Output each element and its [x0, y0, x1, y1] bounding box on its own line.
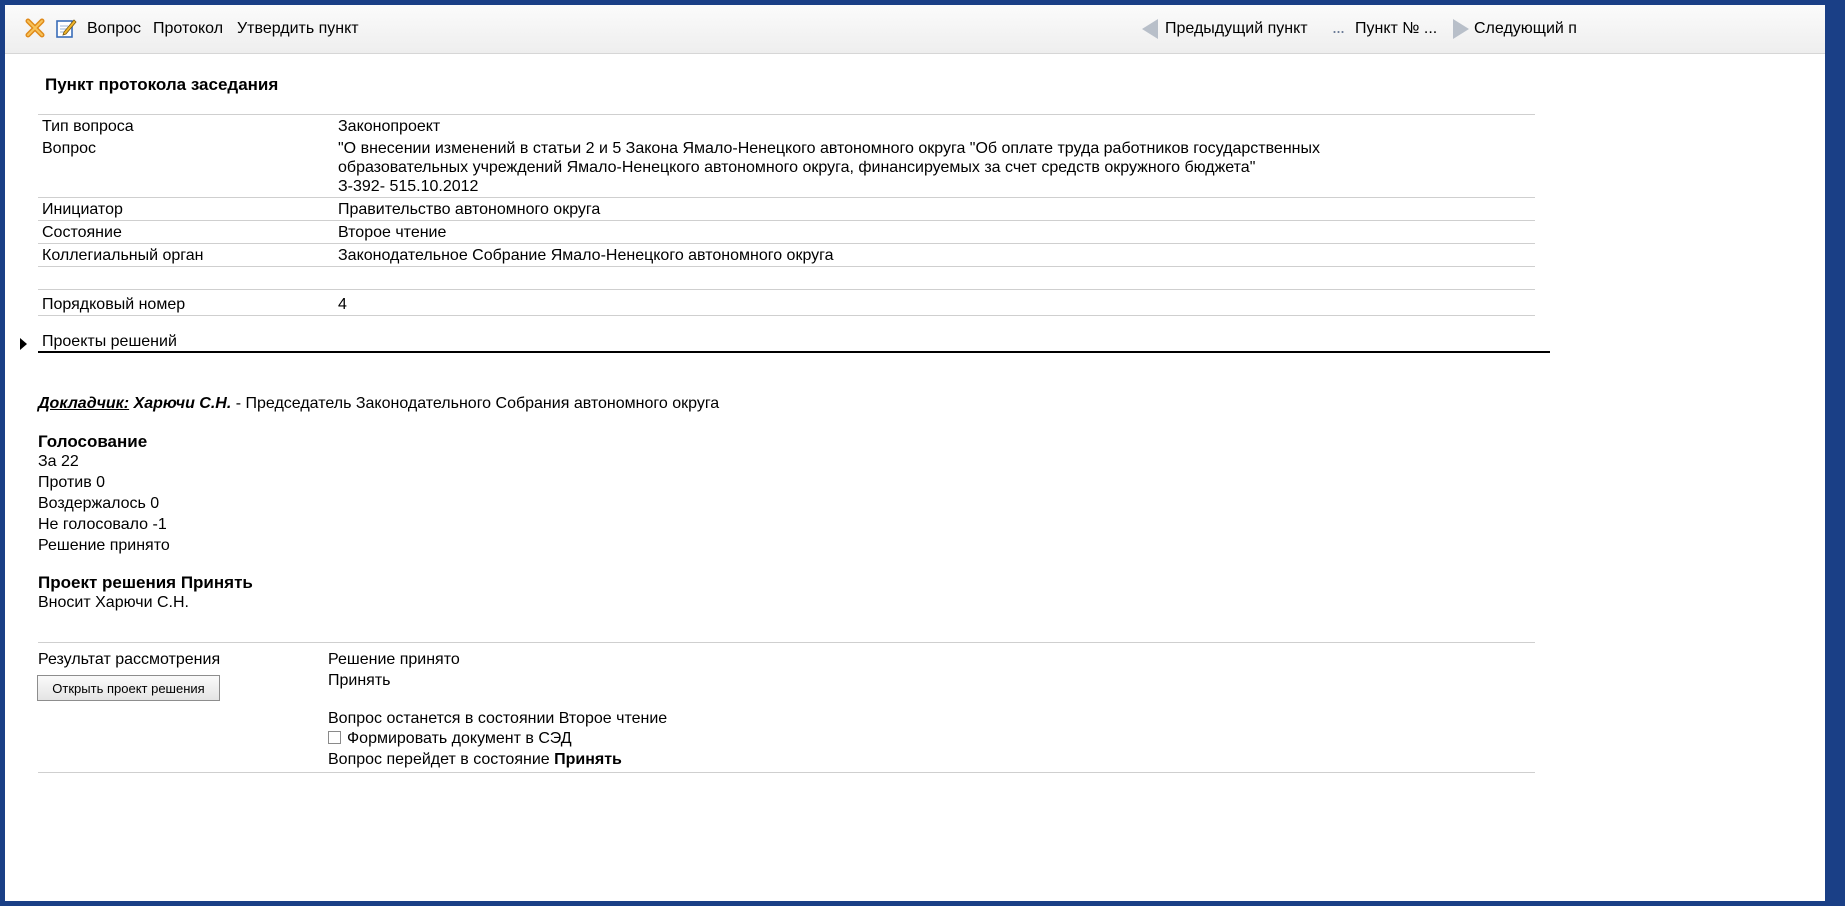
reporter-line: Докладчик: Харючи С.Н. - Председатель За…: [38, 393, 719, 414]
order-number-label: Порядковый номер: [38, 289, 334, 316]
table-row: Тип вопроса Законопроект: [38, 114, 1535, 137]
reporter-name: Харючи С.Н.: [133, 395, 232, 412]
state-transition-prefix: Вопрос перейдет в состояние: [328, 751, 555, 768]
edit-icon[interactable]: [55, 17, 77, 39]
state-transition-target: Принять: [554, 751, 622, 768]
state-transition-text: Вопрос перейдет в состояние Принять: [328, 749, 622, 770]
projects-section-label[interactable]: Проекты решений: [42, 333, 177, 351]
protokol-menu[interactable]: Протокол: [153, 20, 223, 38]
create-document-option[interactable]: Формировать документ в СЭД: [328, 728, 572, 749]
reporter-label: Докладчик:: [38, 395, 130, 412]
arrow-right-icon[interactable]: [1453, 19, 1469, 39]
arrow-left-icon[interactable]: [1142, 19, 1158, 39]
table-row: [38, 266, 1535, 290]
approve-item-button[interactable]: Утвердить пункт: [237, 20, 359, 38]
toolbar: Вопрос Протокол Утвердить пункт Предыдущ…: [5, 5, 1840, 54]
vote-against: Против 0: [38, 474, 106, 491]
vote-not-voted: Не голосовало -1: [38, 516, 167, 533]
result-accept: Принять: [328, 672, 391, 689]
organ-value: Законодательное Собрание Ямало-Ненецкого…: [334, 243, 1535, 267]
question-type-value: Законопроект: [334, 114, 1535, 137]
table-row: Вопрос "О внесении изменений в статьи 2 …: [38, 137, 1535, 198]
reporter-position: - Председатель Законодательного Собрания…: [231, 395, 720, 412]
question-line: "О внесении изменений в статьи 2 и 5 Зак…: [338, 140, 1320, 157]
question-label: Вопрос: [42, 140, 97, 157]
divider: [38, 772, 1535, 773]
table-row: Инициатор Правительство автономного окру…: [38, 197, 1535, 221]
result-decision: Решение принято: [328, 651, 460, 668]
divider: [38, 351, 1550, 353]
question-type-label: Тип вопроса: [38, 114, 334, 137]
next-item-button[interactable]: Следующий п: [1474, 20, 1577, 38]
empty-cell: [38, 266, 334, 290]
result-label: Результат рассмотрения: [38, 651, 221, 668]
table-row: Состояние Второе чтение: [38, 220, 1535, 244]
table-row: Коллегиальный орган Законодательное Собр…: [38, 243, 1535, 267]
voting-title: Голосование: [38, 432, 148, 451]
vote-abstained: Воздержалось 0: [38, 495, 160, 512]
draft-title: Проект решения Принять: [38, 573, 253, 592]
question-line: образовательных учреждений Ямало-Ненецко…: [338, 159, 1256, 176]
empty-cell: [38, 315, 334, 316]
vote-for: За 22: [38, 453, 79, 470]
properties-table: Тип вопроса Законопроект Вопрос "О внесе…: [38, 114, 1535, 316]
table-row: [38, 315, 1535, 316]
state-remains-text: Вопрос останется в состоянии Второе чтен…: [328, 710, 668, 727]
empty-cell: [334, 266, 1535, 290]
draft-author: Вносит Харючи С.Н.: [38, 594, 189, 611]
main-window: Вопрос Протокол Утвердить пункт Предыдущ…: [5, 5, 1840, 901]
initiator-label: Инициатор: [38, 197, 334, 221]
vote-result: Решение принято: [38, 537, 170, 554]
section-title: Пункт протокола заседания: [45, 75, 279, 94]
create-document-checkbox[interactable]: [328, 731, 341, 744]
window-border: [1825, 5, 1840, 901]
ellipsis-icon[interactable]: ...: [1332, 17, 1345, 38]
state-label: Состояние: [38, 220, 334, 244]
item-number-button[interactable]: Пункт № ...: [1355, 20, 1437, 38]
divider: [38, 642, 1535, 643]
organ-label: Коллегиальный орган: [38, 243, 334, 267]
question-value: "О внесении изменений в статьи 2 и 5 Зак…: [334, 137, 1535, 198]
table-row: Порядковый номер 4: [38, 289, 1535, 316]
open-draft-button[interactable]: Открыть проект решения: [37, 675, 220, 701]
question-number: З-392- 515.10.2012: [338, 178, 479, 195]
expand-arrow-icon[interactable]: [20, 338, 27, 350]
state-value: Второе чтение: [334, 220, 1535, 244]
create-document-label: Формировать документ в СЭД: [347, 730, 572, 747]
vopros-menu[interactable]: Вопрос: [87, 20, 141, 38]
empty-cell: [334, 315, 1535, 316]
previous-item-button[interactable]: Предыдущий пункт: [1165, 20, 1308, 38]
order-number-value: 4: [334, 289, 1535, 316]
initiator-value: Правительство автономного округа: [334, 197, 1535, 221]
close-icon[interactable]: [24, 17, 46, 39]
